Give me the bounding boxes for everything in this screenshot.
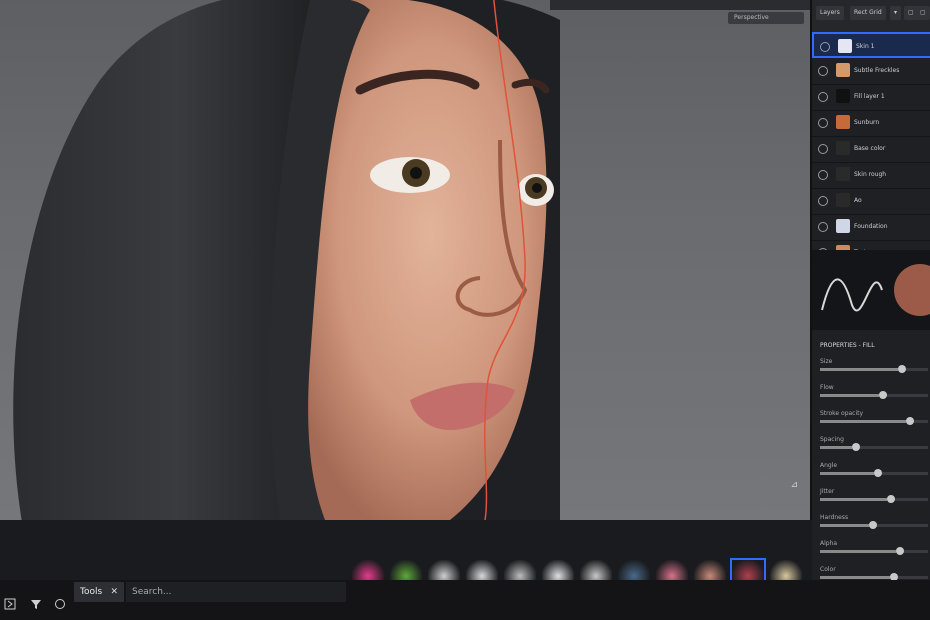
slider-knob[interactable] [852, 443, 861, 451]
layer-row[interactable]: Skin 1 [812, 32, 930, 58]
property-slider[interactable]: Color [820, 566, 928, 581]
layer-thumbnail [836, 115, 850, 129]
slider-fill [820, 368, 898, 371]
layer-thumbnail [836, 63, 850, 77]
character-render [13, 0, 560, 520]
layer-row[interactable]: Sunburn [812, 110, 930, 137]
property-label: Jitter [820, 488, 835, 495]
layer-name: Ao [854, 197, 862, 204]
property-slider[interactable]: Hardness [820, 514, 928, 529]
layer-thumbnail [836, 89, 850, 103]
eye-icon[interactable] [818, 92, 828, 102]
slider-fill [820, 576, 891, 579]
property-label: Flow [820, 384, 834, 391]
panel-menu-icon[interactable]: ▾ [890, 6, 902, 20]
property-slider[interactable]: Angle [820, 462, 928, 477]
filter-icon[interactable] [30, 598, 42, 610]
eye-icon[interactable] [818, 144, 828, 154]
circle-icon[interactable] [54, 598, 66, 610]
slider-track[interactable] [820, 443, 928, 451]
layer-name: Base color [854, 145, 886, 152]
slider-fill [820, 550, 896, 553]
property-label: Hardness [820, 514, 849, 521]
slider-fill [820, 472, 874, 475]
layer-thumbnail [836, 141, 850, 155]
camera-dropdown[interactable]: Perspective [728, 12, 804, 24]
property-slider[interactable]: Alpha [820, 540, 928, 555]
curve-preview [812, 250, 930, 330]
tab-layers[interactable]: Layers [816, 6, 844, 20]
property-slider[interactable]: Flow [820, 384, 928, 399]
layer-row[interactable]: Skin rough [812, 162, 930, 189]
slider-fill [820, 446, 853, 449]
slider-knob[interactable] [906, 417, 915, 425]
property-label: Angle [820, 462, 838, 469]
layer-name: Fill layer 1 [854, 93, 885, 100]
eye-icon[interactable] [818, 196, 828, 206]
slider-track[interactable] [820, 469, 928, 477]
slider-knob[interactable] [874, 469, 882, 477]
property-slider[interactable]: Spacing [820, 436, 928, 451]
properties-panel: PROPERTIES - FILL Size Flow Stroke opacity… [812, 340, 930, 620]
slider-track[interactable] [820, 391, 928, 399]
panel-header: Layers Rect Grid ▾ ▢ ▢ [812, 0, 930, 32]
panel-option-icon[interactable]: ▢ [916, 6, 930, 20]
tab-tools[interactable]: Tools ✕ [74, 582, 124, 602]
axis-gizmo-icon[interactable]: ⊿ [790, 480, 798, 490]
layer-thumbnail [836, 219, 850, 233]
close-icon[interactable]: ✕ [110, 582, 118, 602]
tab-rect-grid[interactable]: Rect Grid [850, 6, 886, 20]
slider-track[interactable] [820, 521, 928, 529]
property-label: Size [820, 358, 833, 365]
layer-name: Foundation [854, 223, 888, 230]
layer-row[interactable]: Subtle Freckles [812, 58, 930, 85]
property-label: Alpha [820, 540, 838, 547]
shelf-search-input[interactable]: Search... [126, 582, 346, 602]
layer-name: Skin rough [854, 171, 887, 178]
layer-thumbnail [836, 193, 850, 207]
property-label: Color [820, 566, 836, 573]
layer-row[interactable]: Ao [812, 188, 930, 215]
3d-viewport[interactable]: Perspective ⊿ [0, 0, 812, 520]
layer-row[interactable]: Base color [812, 136, 930, 163]
layer-name: Skin 1 [856, 43, 875, 50]
eye-icon[interactable] [818, 222, 828, 232]
layer-thumbnail [838, 39, 852, 53]
slider-fill [820, 498, 887, 501]
slider-knob[interactable] [868, 521, 877, 529]
property-slider[interactable]: Size [820, 358, 928, 373]
eye-icon[interactable] [818, 118, 828, 128]
layer-row[interactable]: Foundation [812, 214, 930, 241]
tab-tools-label: Tools [80, 587, 103, 597]
layer-row[interactable]: Fill layer 1 [812, 84, 930, 111]
slider-knob[interactable] [897, 365, 906, 373]
eye-icon[interactable] [818, 170, 828, 180]
viewport-toolbar: Perspective [550, 0, 812, 24]
property-slider[interactable]: Jitter [820, 488, 928, 503]
eye-icon[interactable] [820, 42, 830, 52]
slider-track[interactable] [820, 365, 928, 373]
eye-icon[interactable] [818, 66, 828, 76]
property-slider[interactable]: Stroke opacity [820, 410, 928, 425]
collapse-icon[interactable] [4, 598, 16, 610]
properties-title: PROPERTIES - FILL [820, 342, 875, 349]
slider-track[interactable] [820, 417, 928, 425]
property-label: Stroke opacity [820, 410, 864, 417]
property-label: Spacing [820, 436, 844, 443]
slider-knob[interactable] [879, 391, 888, 399]
slider-knob[interactable] [886, 495, 895, 503]
slider-track[interactable] [820, 573, 928, 581]
slider-track[interactable] [820, 547, 928, 555]
screen: Perspective ⊿ Layers Rect Grid ▾ ▢ ▢ Ski… [0, 0, 930, 620]
layer-name: Sunburn [854, 119, 880, 126]
slider-fill [820, 420, 907, 423]
slider-fill [820, 394, 880, 397]
layer-name: Subtle Freckles [854, 67, 900, 74]
slider-fill [820, 524, 869, 527]
slider-knob[interactable] [895, 547, 904, 555]
layer-thumbnail [836, 167, 850, 181]
slider-track[interactable] [820, 495, 928, 503]
